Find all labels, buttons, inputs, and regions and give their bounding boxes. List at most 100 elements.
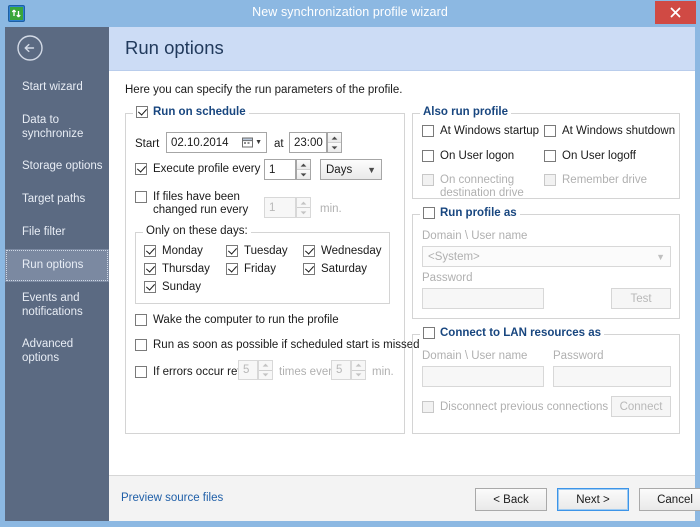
disconnect-previous-checkbox <box>422 401 434 413</box>
sidebar: Start wizard Data to synchronize Storage… <box>5 27 109 521</box>
on-user-logoff-label: On User logoff <box>562 150 636 162</box>
sidebar-item-file-filter[interactable]: File filter <box>5 216 109 249</box>
day-saturday-checkbox[interactable] <box>303 263 315 275</box>
spinner-down-icon[interactable] <box>297 169 310 179</box>
on-user-logoff-checkbox[interactable] <box>544 150 556 162</box>
day-sunday-checkbox[interactable] <box>144 281 156 293</box>
day-thursday-checkbox[interactable] <box>144 263 156 275</box>
lan-password-input <box>553 366 671 387</box>
back-button-label: < Back <box>493 493 529 506</box>
retry-checkbox[interactable] <box>135 366 147 378</box>
execute-profile-every-checkbox[interactable] <box>135 163 147 175</box>
back-button[interactable]: < Back <box>475 488 547 511</box>
on-user-logon-checkbox[interactable] <box>422 150 434 162</box>
connect-to-lan-checkbox[interactable] <box>423 327 435 339</box>
close-icon <box>670 7 681 18</box>
only-on-these-days-group: Only on these days: Monday Tuesday Wedne… <box>135 225 390 304</box>
sidebar-item-start-wizard[interactable]: Start wizard <box>5 71 109 104</box>
at-windows-shutdown-checkbox[interactable] <box>544 125 556 137</box>
sidebar-item-label: Data to synchronize <box>22 114 84 140</box>
sidebar-item-events-and-notifications[interactable]: Events and notifications <box>5 282 109 328</box>
spinner-down-icon[interactable] <box>328 142 341 152</box>
connect-button: Connect <box>611 396 671 417</box>
retry-label: If errors occur retry <box>153 366 251 378</box>
run-on-schedule-legend: Run on schedule <box>133 106 249 118</box>
footer-bar: Preview source files < Back Next > Cance… <box>109 475 700 521</box>
run-as-domain-label: Domain \ User name <box>422 230 528 242</box>
retry-times-input: 5 <box>238 360 258 380</box>
calendar-icon[interactable]: ▼ <box>242 137 262 148</box>
run-as-password-input <box>422 288 544 309</box>
start-time-spinner[interactable] <box>327 132 342 153</box>
run-as-password-label: Password <box>422 272 473 284</box>
sidebar-item-label: Events and notifications <box>22 292 83 318</box>
run-on-schedule-checkbox[interactable] <box>136 106 148 118</box>
retry-times-value: 5 <box>243 364 250 376</box>
run-as-domain-select: <System> ▼ <box>422 246 671 267</box>
on-connecting-destination-drive-label: On connecting destination drive <box>440 174 524 199</box>
back-arrow-icon[interactable] <box>16 34 44 62</box>
at-windows-shutdown-row: At Windows shutdown <box>544 125 675 138</box>
day-sunday-row: Sunday <box>144 281 201 294</box>
files-changed-checkbox[interactable] <box>135 191 147 203</box>
spinner-down-icon <box>352 369 365 379</box>
day-tuesday-row: Tuesday <box>226 245 288 258</box>
sidebar-item-target-paths[interactable]: Target paths <box>5 183 109 216</box>
run-profile-as-label: Run profile as <box>440 207 517 219</box>
preview-source-files-link[interactable]: Preview source files <box>121 492 223 504</box>
day-tuesday-checkbox[interactable] <box>226 245 238 257</box>
cancel-button-label: Cancel <box>657 493 693 506</box>
execute-every-unit-select[interactable]: Days ▼ <box>320 159 382 180</box>
only-on-these-days-legend: Only on these days: <box>143 225 251 237</box>
spinner-down-icon <box>297 207 310 217</box>
sidebar-item-run-options[interactable]: Run options <box>5 249 109 282</box>
day-monday-checkbox[interactable] <box>144 245 156 257</box>
remember-drive-label: Remember drive <box>562 174 647 186</box>
day-friday-row: Friday <box>226 263 276 276</box>
next-button[interactable]: Next > <box>557 488 629 511</box>
run-as-domain-value: <System> <box>428 250 480 263</box>
chevron-down-icon: ▼ <box>367 164 376 175</box>
client-area: Start wizard Data to synchronize Storage… <box>5 27 700 521</box>
spinner-up-icon[interactable] <box>328 133 341 142</box>
wake-computer-row: Wake the computer to run the profile <box>135 314 339 327</box>
page-header: Run options <box>109 27 695 71</box>
start-date-input: 02.10.2014 ▼ <box>166 132 267 153</box>
on-user-logoff-row: On User logoff <box>544 150 636 163</box>
day-wednesday-row: Wednesday <box>303 245 382 258</box>
cancel-button[interactable]: Cancel <box>639 488 700 511</box>
intro-text: Here you can specify the run parameters … <box>125 84 403 96</box>
run-asap-label: Run as soon as possible if scheduled sta… <box>153 339 420 351</box>
run-asap-checkbox[interactable] <box>135 339 147 351</box>
remember-drive-row: Remember drive <box>544 174 647 187</box>
at-windows-startup-checkbox[interactable] <box>422 125 434 137</box>
retry-mid-label: times every <box>279 366 338 378</box>
wizard-window: New synchronization profile wizard Start… <box>0 0 700 527</box>
title-bar: New synchronization profile wizard <box>0 0 700 27</box>
sidebar-item-storage-options[interactable]: Storage options <box>5 150 109 183</box>
run-profile-as-checkbox[interactable] <box>423 207 435 219</box>
start-time-value: 23:00 <box>294 136 323 149</box>
start-date-value: 02.10.2014 <box>171 136 229 149</box>
day-monday-row: Monday <box>144 245 203 258</box>
run-asap-row: Run as soon as possible if scheduled sta… <box>135 339 420 352</box>
files-changed-row: If files have been changed run every <box>135 191 248 217</box>
on-connecting-destination-drive-row: On connecting destination drive <box>422 174 537 200</box>
spinner-up-icon[interactable] <box>297 160 310 169</box>
day-wednesday-checkbox[interactable] <box>303 245 315 257</box>
day-monday-label: Monday <box>162 245 203 257</box>
files-changed-label-line1: If files have been <box>153 191 240 203</box>
close-button[interactable] <box>655 1 696 24</box>
day-friday-checkbox[interactable] <box>226 263 238 275</box>
connect-to-lan-group: Connect to LAN resources as Domain \ Use… <box>412 327 680 434</box>
run-profile-as-group: Run profile as Domain \ User name <Syste… <box>412 207 680 319</box>
sidebar-item-advanced-options[interactable]: Advanced options <box>5 328 109 374</box>
sidebar-item-data-to-synchronize[interactable]: Data to synchronize <box>5 104 109 150</box>
wake-computer-checkbox[interactable] <box>135 314 147 326</box>
retry-times-spinner <box>258 360 273 380</box>
spinner-up-icon <box>259 361 272 370</box>
day-sunday-label: Sunday <box>162 281 202 293</box>
execute-every-spinner[interactable] <box>296 159 311 180</box>
execute-every-value: 1 <box>269 163 276 176</box>
files-changed-unit-label: min. <box>320 203 342 215</box>
